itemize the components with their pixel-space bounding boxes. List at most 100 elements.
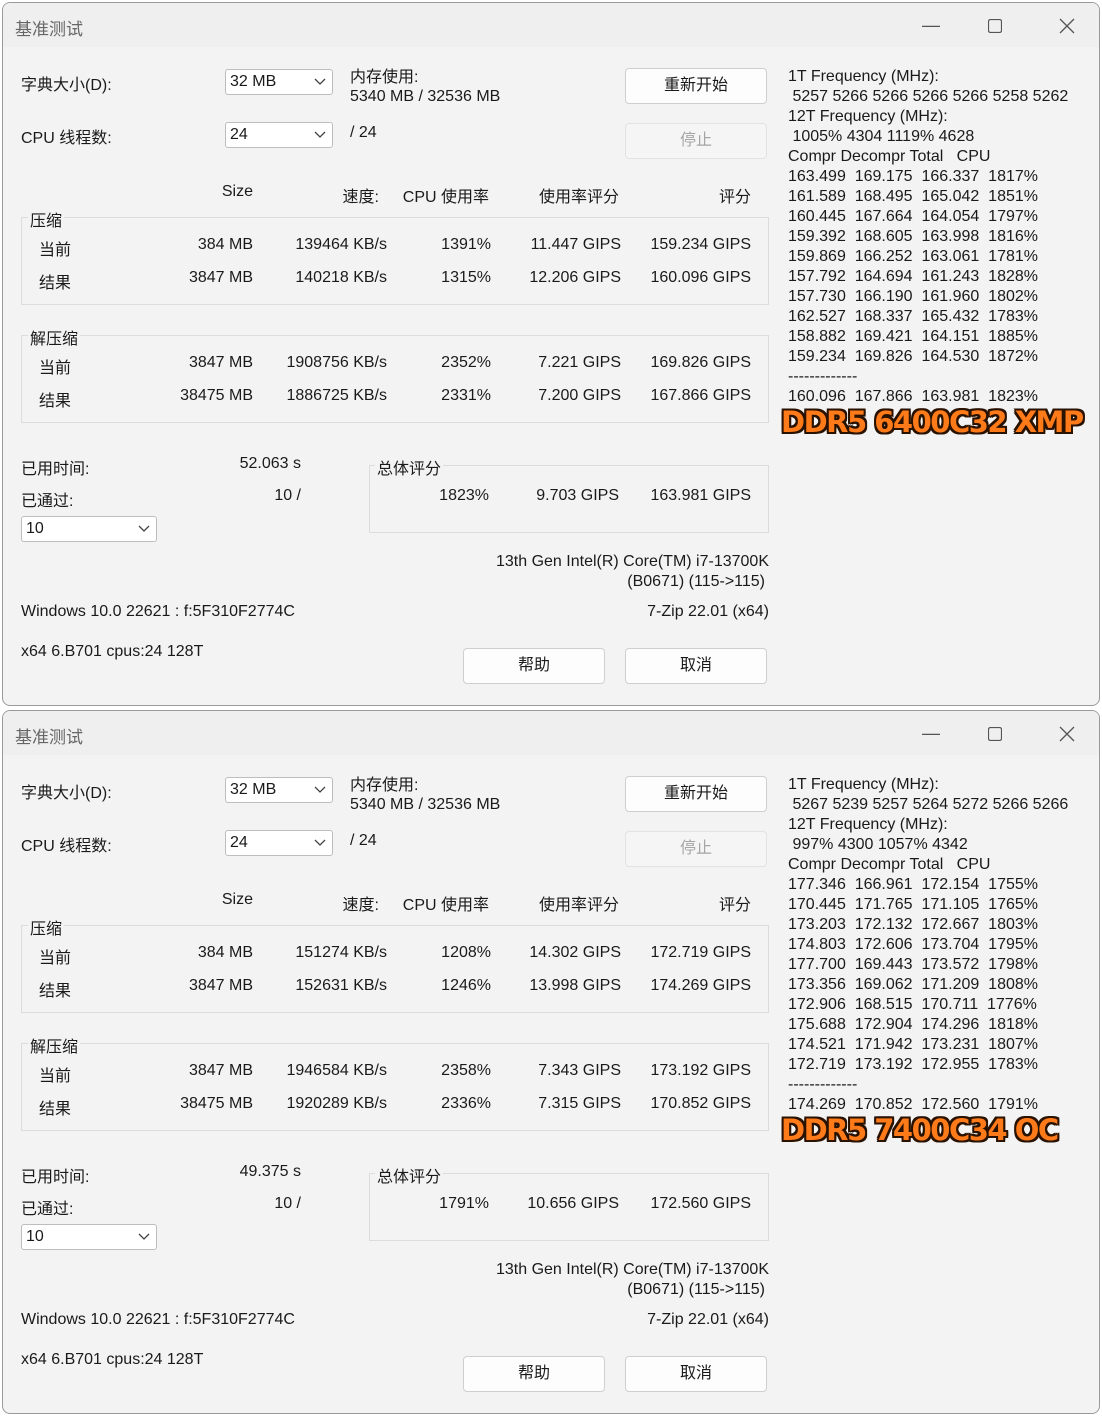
passed-value: 10 /: [274, 1195, 301, 1212]
row-cpu-usage: 1246%: [441, 977, 491, 994]
memory-usage-label: 内存使用:: [350, 777, 419, 794]
results-log-line: 5257 5266 5266 5266 5266 5258 5262: [788, 88, 1069, 105]
row-name: 当前: [39, 950, 72, 967]
help-button[interactable]: 帮助: [463, 1356, 605, 1392]
results-log: 1T Frequency (MHz): 5257 5266 5266 5266 …: [788, 67, 1088, 407]
passes-select[interactable]: 10: [21, 516, 157, 542]
total-cpu-usage: 1823%: [439, 487, 489, 504]
passes-select[interactable]: 10: [21, 1224, 157, 1250]
chevron-down-icon: [138, 525, 150, 532]
compress-group: [21, 925, 769, 1013]
total-rating: 172.560 GIPS: [650, 1195, 751, 1212]
total-rating-label: 总体评分: [375, 455, 444, 479]
close-icon[interactable]: [1047, 718, 1087, 748]
maximize-icon[interactable]: [975, 10, 1015, 40]
row-cpu-usage: 2352%: [441, 354, 491, 371]
chevron-down-icon: [138, 1233, 150, 1240]
results-log-line: 175.688 172.904 174.296 1818%: [788, 1016, 1038, 1033]
row-rating: 169.826 GIPS: [650, 354, 751, 371]
results-log-line: 12T Frequency (MHz):: [788, 816, 948, 833]
row-size: 38475 MB: [180, 1095, 253, 1112]
row-speed: 1920289 KB/s: [286, 1095, 387, 1112]
row-speed: 1908756 KB/s: [286, 354, 387, 371]
title-bar: 基准测试 —: [3, 3, 1099, 47]
chevron-down-icon: [314, 786, 326, 793]
results-log-line: 1T Frequency (MHz):: [788, 776, 939, 793]
cpu-threads-label: CPU 线程数:: [21, 130, 112, 147]
row-usage-rating: 7.315 GIPS: [538, 1095, 621, 1112]
dictionary-size-select[interactable]: 32 MB: [225, 777, 333, 803]
results-log-line: 161.589 168.495 165.042 1851%: [788, 188, 1038, 205]
row-cpu-usage: 1391%: [441, 236, 491, 253]
total-rating-label: 总体评分: [375, 1163, 444, 1187]
close-icon[interactable]: [1047, 10, 1087, 40]
passed-value: 10 /: [274, 487, 301, 504]
row-name: 结果: [39, 393, 72, 410]
help-button[interactable]: 帮助: [463, 648, 605, 684]
decompress-label: 解压缩: [28, 325, 81, 349]
row-size: 38475 MB: [180, 387, 253, 404]
header-rating: 评分: [718, 189, 751, 206]
results-log-line: 163.499 169.175 166.337 1817%: [788, 168, 1038, 185]
decompress-group: [21, 335, 769, 423]
results-log-line: 173.203 172.132 172.667 1803%: [788, 916, 1038, 933]
row-speed: 152631 KB/s: [295, 977, 387, 994]
restart-button[interactable]: 重新开始: [625, 68, 767, 104]
dictionary-size-select[interactable]: 32 MB: [225, 69, 333, 95]
stop-button[interactable]: 停止: [625, 123, 767, 159]
memory-usage-value: 5340 MB / 32536 MB: [350, 796, 501, 813]
dictionary-size-label: 字典大小(D):: [21, 785, 112, 802]
results-log-line: 160.445 167.664 164.054 1797%: [788, 208, 1038, 225]
row-usage-rating: 7.343 GIPS: [538, 1062, 621, 1079]
results-log-line: 157.730 166.190 161.960 1802%: [788, 288, 1038, 305]
restart-button[interactable]: 重新开始: [625, 776, 767, 812]
chevron-down-icon: [314, 78, 326, 85]
results-log-line: 173.356 169.062 171.209 1808%: [788, 976, 1038, 993]
results-log-line: 157.792 164.694 161.243 1828%: [788, 268, 1038, 285]
dictionary-size-value: 32 MB: [230, 73, 277, 90]
minimize-icon[interactable]: —: [911, 718, 951, 748]
decompress-label: 解压缩: [28, 1033, 81, 1057]
window-title: 基准测试: [15, 728, 83, 747]
row-size: 3847 MB: [188, 977, 253, 994]
results-log-line: 159.392 168.605 163.998 1816%: [788, 228, 1038, 245]
header-size: Size: [221, 183, 253, 200]
dictionary-size-label: 字典大小(D):: [21, 77, 112, 94]
cancel-button[interactable]: 取消: [625, 1356, 767, 1392]
results-log-line: 1005% 4304 1119% 4628: [788, 128, 975, 145]
maximize-icon[interactable]: [975, 718, 1015, 748]
row-rating: 173.192 GIPS: [650, 1062, 751, 1079]
total-cpu-usage: 1791%: [439, 1195, 489, 1212]
chevron-down-icon: [314, 839, 326, 846]
row-rating: 170.852 GIPS: [650, 1095, 751, 1112]
build-info: x64 6.B701 cpus:24 128T: [21, 1351, 204, 1368]
results-log-line: 5267 5239 5257 5264 5272 5266 5266: [788, 796, 1069, 813]
row-usage-rating: 11.447 GIPS: [530, 236, 621, 253]
row-rating: 167.866 GIPS: [650, 387, 751, 404]
dictionary-size-value: 32 MB: [230, 781, 277, 798]
row-speed: 1946584 KB/s: [286, 1062, 387, 1079]
row-usage-rating: 12.206 GIPS: [529, 269, 621, 286]
memory-usage-value: 5340 MB / 32536 MB: [350, 88, 501, 105]
total-usage-rating: 9.703 GIPS: [536, 487, 619, 504]
row-cpu-usage: 1315%: [441, 269, 491, 286]
results-log-line: 170.445 171.765 171.105 1765%: [788, 896, 1038, 913]
os-info: Windows 10.0 22621 : f:5F310F2774C: [21, 603, 295, 620]
compress-group: [21, 217, 769, 305]
cpu-threads-total: / 24: [350, 832, 377, 849]
header-usage-rating: 使用率评分: [538, 897, 619, 914]
row-size: 384 MB: [197, 236, 253, 253]
cpu-id: (B0671) (115->115): [627, 1281, 765, 1298]
row-size: 3847 MB: [188, 1062, 253, 1079]
cancel-button[interactable]: 取消: [625, 648, 767, 684]
row-name: 结果: [39, 983, 72, 1000]
row-usage-rating: 14.302 GIPS: [529, 944, 621, 961]
stop-button[interactable]: 停止: [625, 831, 767, 867]
memory-config-badge: DDR5 7400C34 OC: [781, 1113, 1059, 1147]
cpu-threads-select[interactable]: 24: [225, 122, 333, 148]
minimize-icon[interactable]: —: [911, 10, 951, 40]
row-name: 当前: [39, 360, 72, 377]
row-usage-rating: 7.221 GIPS: [538, 354, 621, 371]
cpu-threads-label: CPU 线程数:: [21, 838, 112, 855]
cpu-threads-select[interactable]: 24: [225, 830, 333, 856]
